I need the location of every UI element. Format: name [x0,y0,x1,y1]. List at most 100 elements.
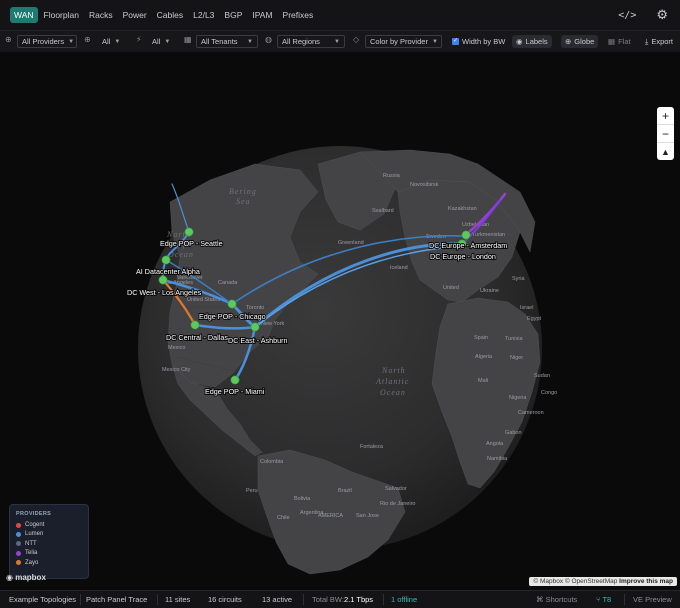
tab-bgp[interactable]: BGP [220,7,246,23]
divider [80,594,81,605]
providers-select-value: All Providers [22,37,65,46]
flat-view-button[interactable]: ▦ Flat [604,35,635,48]
divider [624,594,625,605]
preview-button[interactable]: VE Preview [633,595,672,604]
zoom-controls: + − ▲ [657,107,674,160]
color-by-select[interactable]: Color by Provider ▼ [365,35,442,48]
divider [303,594,304,605]
chevron-down-icon: ▼ [114,38,121,45]
place-label: New York [261,321,284,327]
site-label-chicago[interactable]: Edge POP - Chicago [198,311,267,322]
place-label: Angola [486,441,504,447]
chevron-down-icon: ▼ [247,38,253,45]
zoom-in-button[interactable]: + [657,107,674,125]
code-icon[interactable]: </> [618,10,636,21]
legend-item-label: Telia [25,550,38,557]
example-topologies-button[interactable]: Example Topologies [9,595,76,604]
nav-actions: </> ⚙ [618,0,668,30]
place-label: Rio de Janeiro [380,501,415,507]
tenants-select-value: All Tenants [201,37,238,46]
site-marker-alpha[interactable] [161,255,171,265]
labels-button-label: Labels [525,37,548,46]
place-label: Russia [383,173,401,179]
site-label-los-angeles[interactable]: DC West - Los Angeles [126,287,203,298]
site-label-dallas[interactable]: DC Central - Dallas [165,332,229,343]
site-marker-amsterdam[interactable] [461,230,471,240]
tab-l2l3[interactable]: L2/L3 [189,7,218,23]
legend-item-label: Lumen [25,531,44,538]
gear-icon[interactable]: ⚙ [656,7,668,23]
patch-panel-trace-button[interactable]: Patch Panel Trace [86,595,147,604]
place-label: Tunisia [505,336,523,342]
place-label: Niger [510,355,523,361]
site-marker-miami[interactable] [230,375,240,385]
mapbox-logo-text: mapbox [15,573,46,582]
map-canvas[interactable]: North Pacific Ocean North Atlantic Ocean… [0,52,680,590]
tenant-icon: ▦ [184,35,192,44]
site-label-amsterdam[interactable]: DC Europe - Amsterdam [428,240,508,251]
chevron-down-icon: ▼ [164,38,171,45]
zoom-out-button[interactable]: − [657,125,674,143]
mapbox-logo[interactable]: ◉ mapbox [6,573,46,582]
width-by-bw-toggle[interactable]: ✓ Width by BW [448,35,509,48]
circuits-count: 16 circuits [208,595,242,604]
offline-count: 1 offline [391,595,418,604]
globe-map[interactable]: North Pacific Ocean North Atlantic Ocean… [0,52,680,590]
tab-cables[interactable]: Cables [153,7,187,23]
type-select[interactable]: All ▼ [97,35,123,48]
globe-filter-icon: ⊕ [5,35,12,44]
site-marker-ashburn[interactable] [250,322,260,332]
eye-icon: ◉ [516,37,523,46]
improve-map-link[interactable]: Improve this map [619,578,673,585]
checkbox-checked-icon[interactable]: ✓ [452,38,459,45]
site-marker-chicago[interactable] [227,299,237,309]
place-label: Namibia [487,456,508,462]
branch-icon: ⑂ [596,595,601,604]
shortcuts-label: Shortcuts [545,595,578,604]
tab-ipam[interactable]: IPAM [248,7,276,23]
chevron-down-icon: ▼ [431,38,438,45]
place-label: Bolivia [294,496,311,502]
site-marker-seattle[interactable] [184,227,194,237]
export-button-label: Export [651,37,674,46]
place-label: Israel [520,305,533,311]
labels-toggle-button[interactable]: ◉ Labels [512,35,552,48]
place-label: Nigeria [509,395,527,401]
download-icon: ⤓ [645,36,649,46]
regions-select[interactable]: All Regions ▼ [277,35,345,48]
divider [157,594,158,605]
view-tabs: WAN Floorplan Racks Power Cables L2/L3 B… [10,7,319,23]
width-by-bw-label: Width by BW [462,37,506,46]
tab-floorplan[interactable]: Floorplan [40,7,83,23]
site-label-seattle[interactable]: Edge POP - Seattle [159,238,224,249]
status-bar: Example Topologies Patch Panel Trace 11 … [0,590,680,608]
regions-select-value: All Regions [282,37,320,46]
compass-button[interactable]: ▲ [657,143,674,160]
tab-power[interactable]: Power [119,7,151,23]
mapbox-logo-icon: ◉ [6,573,13,582]
tenants-select[interactable]: All Tenants ▼ [196,35,258,48]
site-label-miami[interactable]: Edge POP - Miami [204,386,266,397]
tab-racks[interactable]: Racks [85,7,117,23]
tab-prefixes[interactable]: Prefixes [279,7,318,23]
site-marker-dallas[interactable] [190,320,200,330]
site-label-alpha[interactable]: AI Datacenter Alpha [135,266,201,277]
legend-item-label: Cogent [25,522,45,528]
site-label-ashburn[interactable]: DC East - Ashburn [227,335,289,346]
shortcuts-button[interactable]: ⌘ Shortcuts [536,595,577,604]
tab-wan[interactable]: WAN [10,7,38,23]
globe-view-button[interactable]: ⊕ Globe [561,35,599,48]
legend-item-label: NTT [25,540,37,547]
sites-count: 11 sites [165,595,191,604]
site-label-london[interactable]: DC Europe - London [429,251,497,262]
site-marker-los-angeles[interactable] [158,275,168,285]
status-select[interactable]: All ▼ [147,35,173,48]
export-button[interactable]: ⤓ Export [641,35,677,48]
total-bw-value: 2.1 Tbps [344,595,374,604]
t8-indicator[interactable]: ⑂ T8 [596,595,611,604]
map-icon: ▦ [608,37,616,46]
providers-select[interactable]: All Providers ▼ [17,35,77,48]
place-label: Fortaleza [360,444,384,450]
place-label: Algeria [475,354,493,360]
status-select-value: All [152,37,161,46]
